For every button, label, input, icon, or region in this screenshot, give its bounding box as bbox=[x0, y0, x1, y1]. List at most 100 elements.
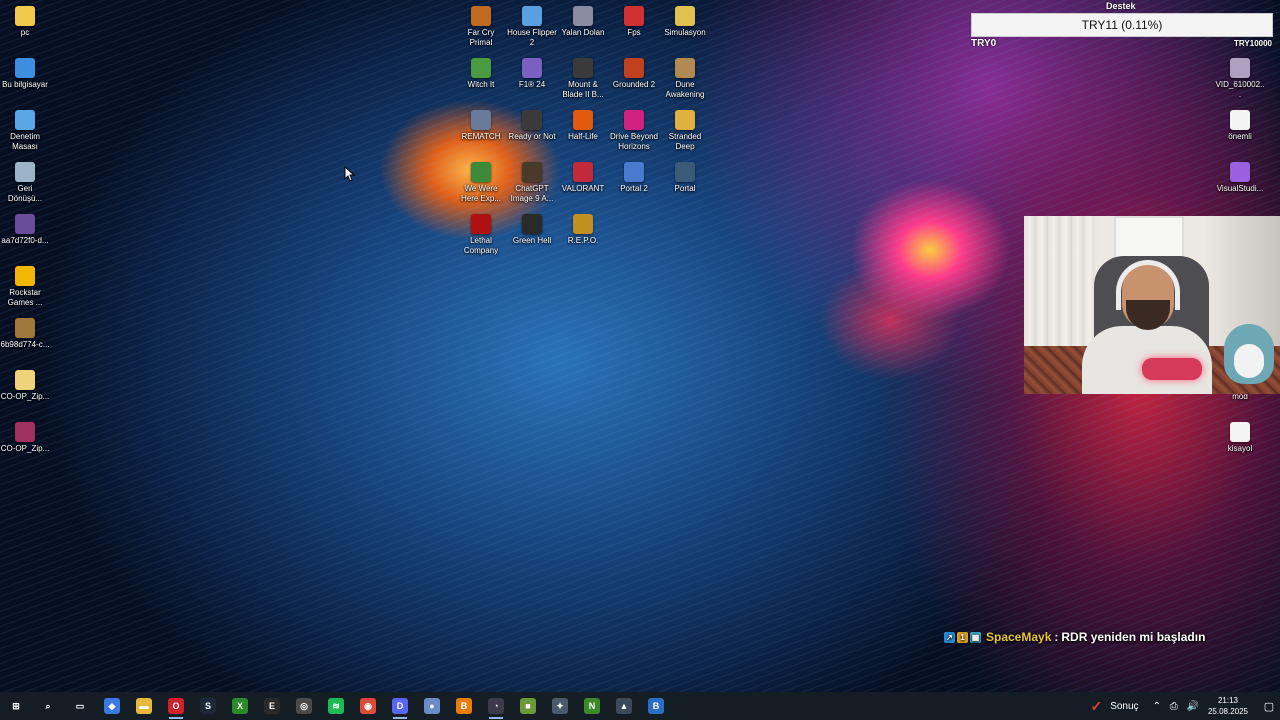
desktop-icon[interactable]: ChatGPT Image 9 A... bbox=[507, 162, 557, 204]
taskbar-button[interactable]: X bbox=[224, 692, 256, 720]
desktop-icon-label: Fps bbox=[627, 28, 641, 37]
desktop-icon[interactable]: VID_610002... bbox=[1215, 58, 1265, 100]
desktop-icon-label: CO-OP_Zip... bbox=[0, 392, 50, 401]
desktop-icon[interactable]: Stranded Deep bbox=[660, 110, 710, 152]
discord-icon: D bbox=[392, 698, 408, 714]
taskbar-app-list: ⊞ ⌕ ▭ ◆ ▬ O S X E ◎ ≋ ◉ D ● B ◔ ■ ✦ N ▲ B bbox=[0, 692, 672, 720]
taskbar-button[interactable]: ■ bbox=[512, 692, 544, 720]
desktop-icon[interactable]: Simulasyon bbox=[660, 6, 710, 38]
app-orb-icon: ● bbox=[424, 698, 440, 714]
desktop-icon[interactable]: Mount & Blade II B... bbox=[558, 58, 608, 100]
desktop-icon-label: House Flipper 2 bbox=[507, 28, 557, 47]
taskbar-button[interactable]: S bbox=[192, 692, 224, 720]
desktop-icon[interactable]: VALORANT bbox=[558, 162, 608, 194]
desktop-icon[interactable]: CO-OP_Zip... bbox=[0, 422, 50, 454]
desktop-icon[interactable]: Portal bbox=[660, 162, 710, 194]
text-file-icon bbox=[1230, 110, 1250, 130]
desktop-icon-label: Portal 2 bbox=[620, 184, 648, 193]
desktop-icon[interactable]: Dune Awakening bbox=[660, 58, 710, 100]
taskbar-button[interactable]: ◉ bbox=[352, 692, 384, 720]
chat-username: SpaceMayk bbox=[986, 630, 1052, 644]
desktop-icon-label: Dune Awakening bbox=[665, 80, 705, 99]
taskbar-button[interactable]: ◆ bbox=[96, 692, 128, 720]
taskbar-button[interactable]: B bbox=[448, 692, 480, 720]
widget-sonuc[interactable]: ✓ Sonuç bbox=[1090, 698, 1138, 715]
lethal-company-icon bbox=[471, 214, 491, 234]
task-view-icon: ▭ bbox=[72, 698, 88, 714]
desktop-icon[interactable]: önemli bbox=[1215, 110, 1265, 142]
half-life-icon bbox=[573, 110, 593, 130]
notification-center-icon[interactable]: ▢ bbox=[1258, 692, 1280, 720]
taskbar-button[interactable]: ◎ bbox=[288, 692, 320, 720]
desktop-icon[interactable]: REMATCH bbox=[456, 110, 506, 142]
desktop-icon[interactable]: Bu bilgisayar bbox=[0, 58, 50, 90]
desktop-icon[interactable]: Drive Beyond Horizons bbox=[609, 110, 659, 152]
desktop-icon[interactable]: Far Cry Primal bbox=[456, 6, 506, 48]
taskbar-button[interactable]: ⊞ bbox=[0, 692, 32, 720]
widget-sonuc-label: Sonuç bbox=[1110, 700, 1139, 712]
desktop-icon[interactable]: Green Hell bbox=[507, 214, 557, 246]
desktop-icon[interactable]: Lethal Company bbox=[456, 214, 506, 256]
desktop-icon[interactable]: aa7d72f0-d... bbox=[0, 214, 50, 246]
desktop-icon-label: VID_610002... bbox=[1215, 80, 1265, 99]
taskbar-button[interactable]: ◔ bbox=[480, 692, 512, 720]
taskbar-button[interactable]: O bbox=[160, 692, 192, 720]
f1-icon bbox=[522, 58, 542, 78]
file-explorer-icon: ▬ bbox=[136, 698, 152, 714]
taskbar-clock[interactable]: 21:13 25.08.2025 bbox=[1208, 695, 1248, 717]
control-panel-icon bbox=[15, 110, 35, 130]
taskbar-button[interactable]: ✦ bbox=[544, 692, 576, 720]
desktop-icon[interactable]: Grounded 2 bbox=[609, 58, 659, 90]
taskbar-button[interactable]: N bbox=[576, 692, 608, 720]
desktop-icon[interactable]: Half-Life bbox=[558, 110, 608, 142]
taskbar-button[interactable]: ≋ bbox=[320, 692, 352, 720]
nvidia-icon: N bbox=[584, 698, 600, 714]
taskbar-button[interactable]: ▭ bbox=[64, 692, 96, 720]
desktop-icon[interactable]: Portal 2 bbox=[609, 162, 659, 194]
taskbar-button[interactable]: ▬ bbox=[128, 692, 160, 720]
desktop-icon[interactable]: VisualStudi... bbox=[1215, 162, 1265, 194]
desktop-icon[interactable]: CO-OP_Zip... bbox=[0, 370, 50, 402]
desktop-icon[interactable]: 6b98d774-c... bbox=[0, 318, 50, 350]
system-tray: ✓ Sonuç ⌃ ⎙ 🔊 21:13 25.08.2025 ▢ bbox=[1090, 692, 1280, 720]
dune-icon bbox=[675, 58, 695, 78]
desktop-icon[interactable]: Rockstar Games ... bbox=[0, 266, 50, 308]
desktop-icon-label: REMATCH bbox=[461, 132, 501, 141]
winrar-icon bbox=[15, 422, 35, 442]
desktop-icon[interactable]: F1® 24 bbox=[507, 58, 557, 90]
taskbar-button[interactable]: D bbox=[384, 692, 416, 720]
tray-icons[interactable]: ⌃ ⎙ 🔊 bbox=[1153, 701, 1202, 712]
cube-app-icon: ■ bbox=[520, 698, 536, 714]
desktop-icon[interactable]: House Flipper 2 bbox=[507, 6, 557, 48]
rockstar-icon bbox=[15, 266, 35, 286]
search-icon: ⌕ bbox=[40, 698, 56, 714]
we-were-here-icon bbox=[471, 162, 491, 182]
desktop-icon[interactable]: kisayol bbox=[1215, 422, 1265, 454]
desktop-icon[interactable]: Ready or Not bbox=[507, 110, 557, 142]
taskbar-button[interactable]: ⌕ bbox=[32, 692, 64, 720]
desktop-icon[interactable]: pc bbox=[0, 6, 50, 38]
desktop-icon[interactable]: Fps bbox=[609, 6, 659, 38]
desktop-icon-label: VALORANT bbox=[561, 184, 605, 193]
folder-icon bbox=[15, 6, 35, 26]
repo-icon bbox=[573, 214, 593, 234]
desktop-icon-label: Drive Beyond Horizons bbox=[609, 132, 659, 151]
taskbar-button[interactable]: B bbox=[640, 692, 672, 720]
desktop-icon-label: VisualStudi... bbox=[1216, 184, 1264, 193]
taskbar-button[interactable]: ● bbox=[416, 692, 448, 720]
desktop-icon[interactable]: R.E.P.O. bbox=[558, 214, 608, 246]
taskbar-button[interactable]: ▲ bbox=[608, 692, 640, 720]
desktop-icon[interactable]: Witch It bbox=[456, 58, 506, 90]
desktop-icon[interactable]: We Were Here Exp... bbox=[456, 162, 506, 204]
taskbar-button[interactable]: E bbox=[256, 692, 288, 720]
desktop-icon[interactable]: Denetim Masası bbox=[0, 110, 50, 152]
speedometer-icon: ◔ bbox=[488, 698, 504, 714]
desktop-icon[interactable]: Yalan Dolan bbox=[558, 6, 608, 38]
webcam-microphone bbox=[1142, 358, 1202, 380]
webcam-curtain bbox=[1024, 216, 1094, 346]
zip-folder-icon bbox=[15, 370, 35, 390]
portal-icon bbox=[675, 162, 695, 182]
desktop-icon-label: Mount & Blade II B... bbox=[562, 80, 604, 99]
desktop-icon[interactable]: Geri Dönüşü... bbox=[0, 162, 50, 204]
grounded-icon bbox=[624, 58, 644, 78]
